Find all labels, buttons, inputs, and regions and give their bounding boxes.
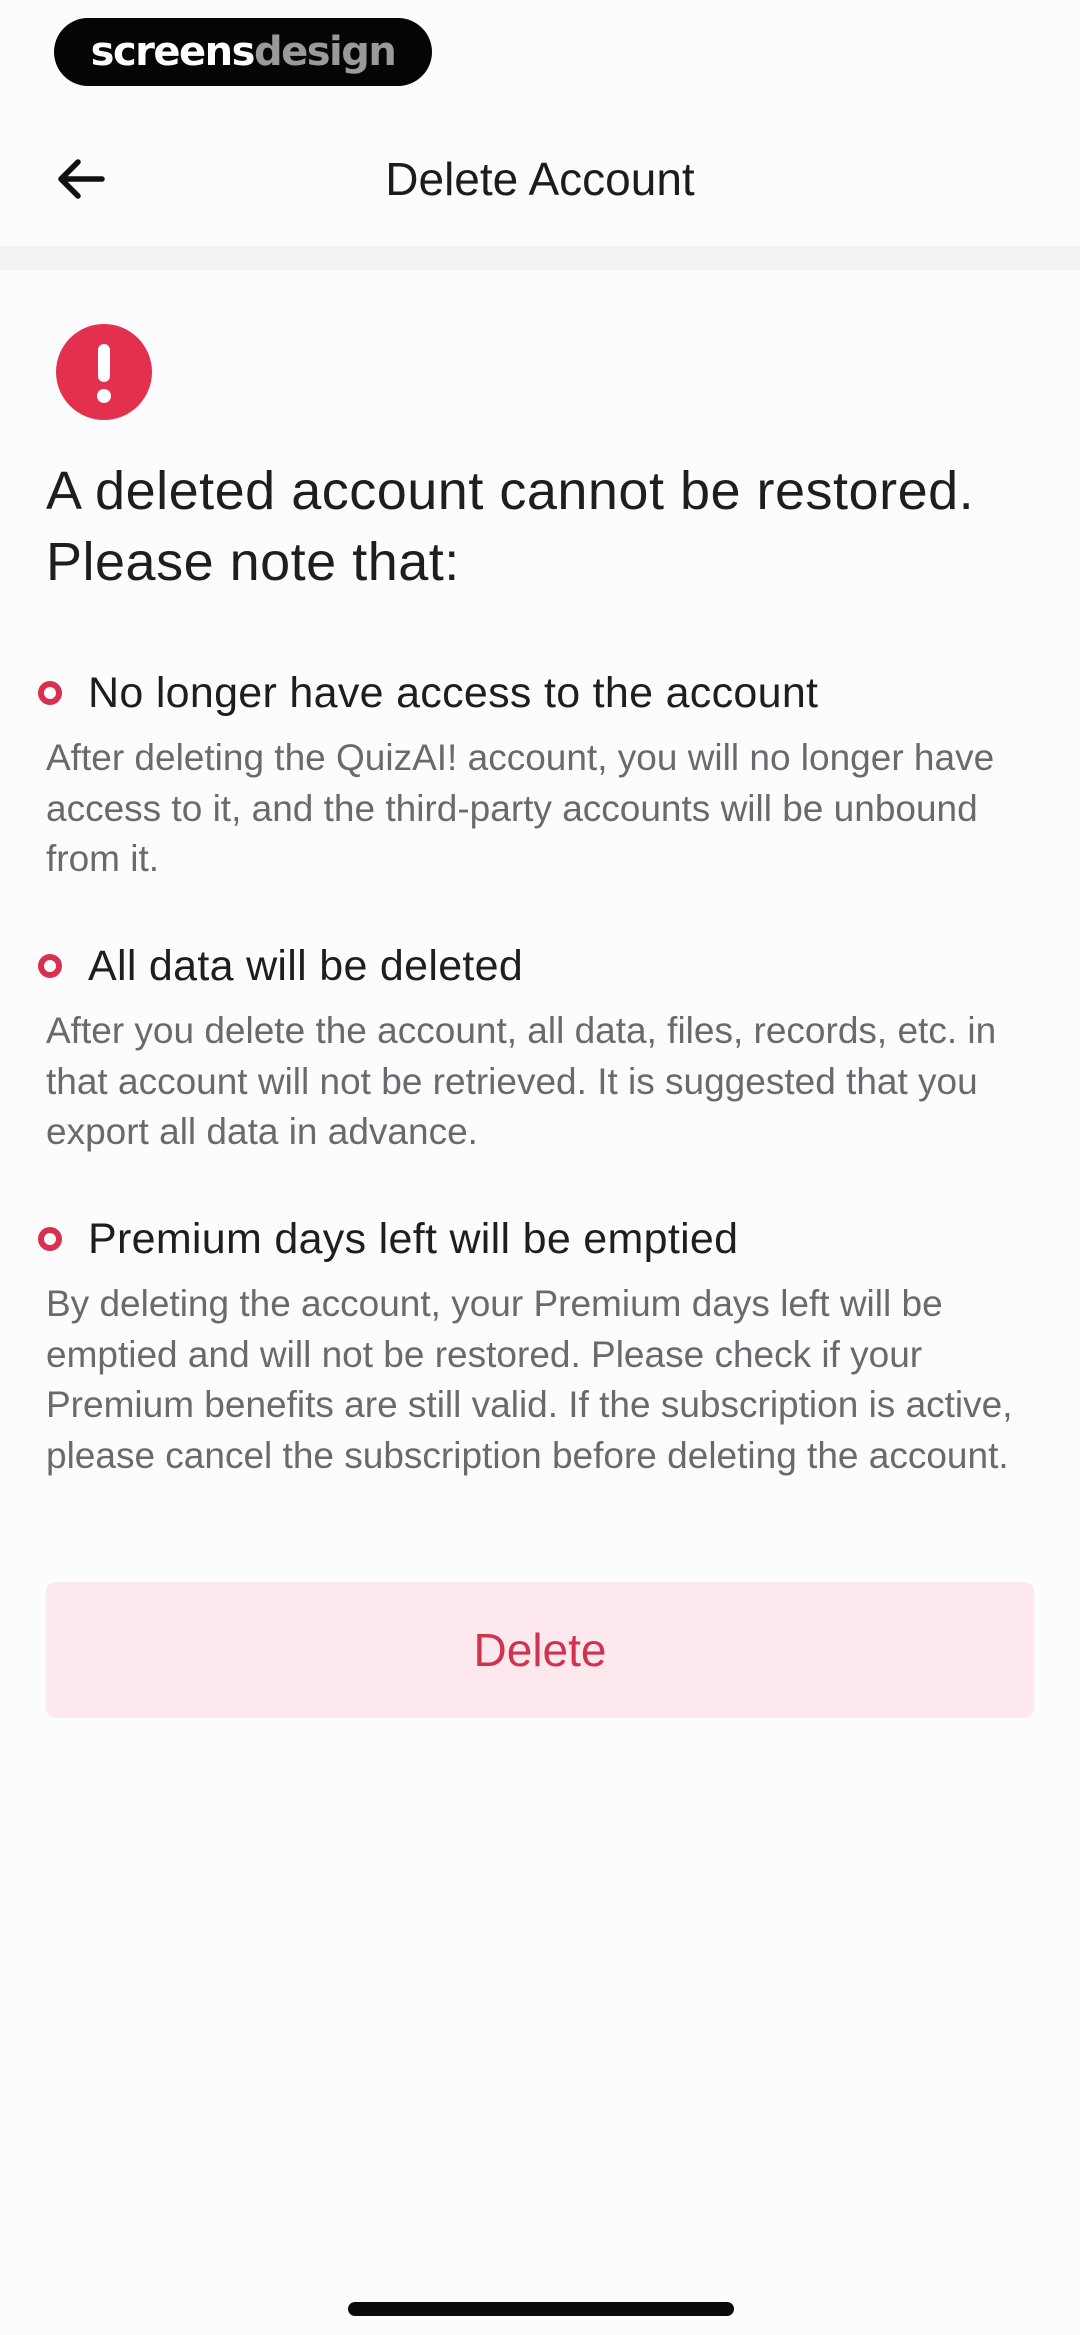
- delete-account-screen: screens design Delete Account A deleted a…: [0, 0, 1080, 2335]
- ring-bullet-icon: [38, 681, 62, 705]
- delete-button[interactable]: Delete: [46, 1582, 1034, 1718]
- notice-item-premium-emptied: Premium days left will be emptied By del…: [38, 1209, 1048, 1481]
- section-divider: [0, 246, 1080, 270]
- notice-title: No longer have access to the account: [88, 668, 819, 717]
- notice-title: All data will be deleted: [88, 941, 524, 990]
- ring-bullet-icon: [38, 1227, 62, 1251]
- notice-description: After deleting the QuizAI! account, you …: [46, 737, 995, 879]
- notice-description: After you delete the account, all data, …: [46, 1010, 997, 1152]
- brand-watermark: screens design: [54, 18, 432, 86]
- ring-bullet-icon: [38, 954, 62, 978]
- brand-text-secondary: design: [253, 29, 397, 75]
- top-app-bar: Delete Account: [0, 110, 1080, 246]
- warning-heading: A deleted account cannot be restored. Pl…: [46, 461, 975, 592]
- home-indicator[interactable]: [348, 2302, 734, 2316]
- brand-text-primary: screens: [90, 29, 256, 75]
- notice-description: By deleting the account, your Premium da…: [46, 1283, 1013, 1476]
- notice-title: Premium days left will be emptied: [88, 1214, 739, 1263]
- page-title: Delete Account: [385, 153, 695, 205]
- notice-item-no-access: No longer have access to the account Aft…: [38, 663, 1048, 885]
- exclamation-circle-icon: [56, 324, 152, 420]
- notice-item-data-deleted: All data will be deleted After you delet…: [38, 936, 1048, 1158]
